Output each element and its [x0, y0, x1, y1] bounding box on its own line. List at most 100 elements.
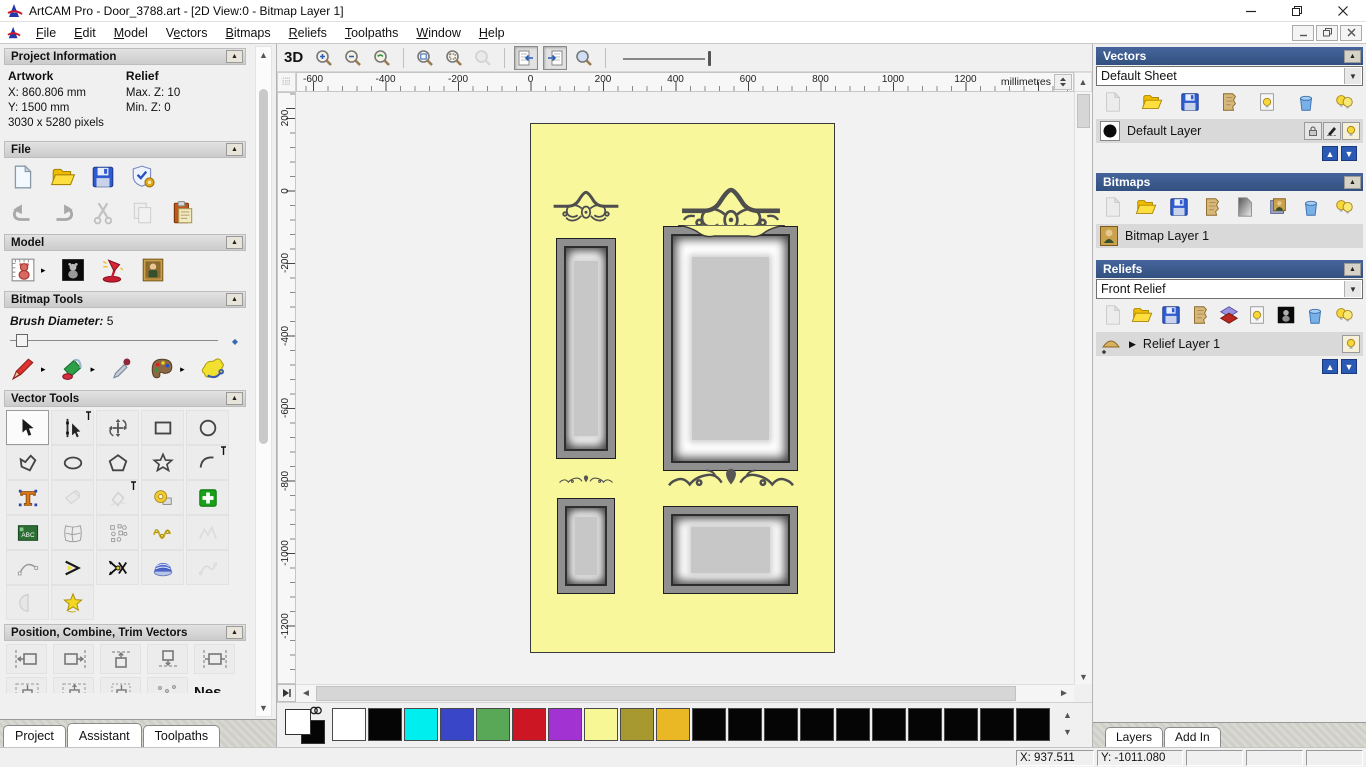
zoom-fit-button[interactable] — [442, 46, 466, 70]
minimize-button[interactable] — [1228, 0, 1274, 21]
create-rectangle-tool[interactable] — [141, 410, 184, 445]
nesting-label[interactable]: Nes — [194, 684, 222, 694]
save-relief-layer-icon[interactable] — [1160, 304, 1182, 326]
create-polygon-tool[interactable] — [96, 445, 139, 480]
dropdown-arrow-icon[interactable]: ▼ — [1344, 281, 1361, 297]
colour-swatch[interactable] — [620, 708, 654, 741]
colour-swatch[interactable] — [764, 708, 798, 741]
collapse-reliefs-button[interactable]: ▲ — [1344, 262, 1361, 276]
colour-swatch[interactable] — [980, 708, 1014, 741]
scroll-left-icon[interactable]: ◄ — [298, 685, 314, 702]
snap-to-objects-toggle[interactable] — [543, 45, 568, 70]
menu-item[interactable]: Toolpaths — [336, 24, 408, 42]
flyout-arrow-icon[interactable]: ▸ — [41, 265, 46, 276]
save-bitmap-layer-icon[interactable] — [1168, 196, 1190, 218]
open-relief-layer-icon[interactable] — [1131, 304, 1153, 326]
menu-item[interactable]: File — [27, 24, 65, 42]
colour-swatch[interactable] — [872, 708, 906, 741]
colour-swatch[interactable] — [404, 708, 438, 741]
relief-visibility-icon[interactable] — [1246, 304, 1268, 326]
menu-item[interactable]: Bitmaps — [216, 24, 279, 42]
zoom-window-button[interactable] — [413, 46, 437, 70]
align-right-tool[interactable] — [53, 644, 94, 674]
move-layer-up-button[interactable]: ▲ — [1322, 146, 1338, 161]
vector-layer-name[interactable]: Default Layer — [1127, 124, 1201, 138]
move-relief-up-button[interactable]: ▲ — [1322, 359, 1338, 374]
interactive-distortion-tool[interactable] — [141, 550, 184, 585]
undo-icon[interactable] — [10, 200, 36, 226]
tab-layers[interactable]: Layers — [1105, 727, 1164, 747]
scroll-down-icon[interactable]: ▼ — [1075, 672, 1092, 682]
colour-swatch[interactable] — [440, 708, 474, 741]
create-circle-tool[interactable] — [186, 410, 229, 445]
centre-in-page-3-tool[interactable] — [100, 677, 141, 693]
zoom-previous-button[interactable] — [370, 46, 394, 70]
colour-swatch[interactable] — [584, 708, 618, 741]
menu-item[interactable]: Window — [407, 24, 469, 42]
envelope-distortion-tool[interactable] — [51, 515, 94, 550]
vector-doctor-tool[interactable] — [51, 585, 94, 620]
collapse-position-button[interactable]: ▲ — [226, 626, 243, 639]
collapse-vector-tools-button[interactable]: ▲ — [226, 392, 243, 405]
node-editing-tool[interactable] — [51, 410, 94, 445]
layer-colour-swatch[interactable] — [1100, 121, 1120, 141]
toggle-all-reliefs-icon[interactable] — [1333, 304, 1355, 326]
set-model-size-icon[interactable] — [10, 257, 36, 283]
centre-in-page-tool[interactable] — [6, 677, 47, 693]
canvas-vertical-scrollbar[interactable]: ▼ — [1074, 92, 1092, 684]
flyout-arrow-icon[interactable]: ▸ — [41, 364, 46, 375]
primary-secondary-colour-indicator[interactable] — [283, 706, 331, 745]
relief-stack-icon[interactable] — [1218, 304, 1240, 326]
create-polyline-tool[interactable] — [6, 445, 49, 480]
colour-swatch[interactable] — [512, 708, 546, 741]
align-centre-tool[interactable] — [194, 644, 235, 674]
create-arc-tool[interactable] — [186, 445, 229, 480]
collapse-project-information-button[interactable]: ▲ — [226, 50, 243, 63]
new-model-icon[interactable] — [10, 164, 36, 190]
mdi-close-button[interactable] — [1340, 24, 1362, 41]
pan-mode-button[interactable] — [277, 684, 296, 702]
vector-layer-row[interactable]: Default Layer — [1096, 119, 1363, 143]
flood-fill-icon[interactable] — [60, 356, 86, 382]
paste-icon[interactable] — [170, 200, 196, 226]
select-vectors-tool[interactable] — [6, 410, 49, 445]
mdi-minimize-button[interactable] — [1292, 24, 1314, 41]
save-model-icon[interactable] — [90, 164, 116, 190]
tab-add-in[interactable]: Add In — [1164, 727, 1221, 747]
zoom-in-button[interactable] — [312, 46, 336, 70]
relief-layer-name[interactable]: Relief Layer 1 — [1143, 337, 1220, 351]
restore-button[interactable] — [1274, 0, 1320, 21]
scroll-right-icon[interactable]: ► — [1056, 685, 1072, 702]
toggle-all-bitmaps-icon[interactable] — [1333, 196, 1355, 218]
colour-swatch[interactable] — [476, 708, 510, 741]
merge-layers-icon[interactable] — [1218, 91, 1240, 113]
sheet-selector[interactable]: Default Sheet ▼ — [1096, 66, 1363, 86]
palette-scroll-down-icon[interactable]: ▼ — [1059, 724, 1076, 741]
colour-swatch[interactable] — [908, 708, 942, 741]
collapse-model-button[interactable]: ▲ — [226, 236, 243, 249]
palette-scroll-up-icon[interactable]: ▲ — [1059, 707, 1076, 724]
move-relief-down-button[interactable]: ▼ — [1341, 359, 1357, 374]
fit-curve-tool[interactable] — [6, 550, 49, 585]
tab-assistant[interactable]: Assistant — [66, 723, 142, 747]
centre-in-page-2-tool[interactable] — [53, 677, 94, 693]
measure-tool[interactable] — [141, 480, 184, 515]
toggle-all-visibility-icon[interactable] — [1333, 91, 1355, 113]
expand-relief-layer-icon[interactable]: ▶ — [1129, 339, 1136, 350]
canvas-horizontal-scrollbar[interactable]: ◄ ► — [296, 684, 1074, 702]
ruler-units-button[interactable] — [1054, 74, 1072, 90]
toggle-visibility-icon[interactable] — [1256, 91, 1278, 113]
move-layer-down-button[interactable]: ▼ — [1341, 146, 1357, 161]
menu-item[interactable]: Edit — [65, 24, 105, 42]
opacity-slider-handle[interactable] — [708, 50, 712, 66]
horizontal-scroll-thumb[interactable] — [316, 686, 1016, 701]
relief-selector[interactable]: Front Relief ▼ — [1096, 279, 1363, 299]
colour-swatch[interactable] — [944, 708, 978, 741]
colour-swatch[interactable] — [368, 708, 402, 741]
scroll-down-icon[interactable]: ▼ — [256, 701, 271, 715]
bitmap-image-icon[interactable] — [1267, 196, 1289, 218]
menu-item[interactable]: Vectors — [157, 24, 217, 42]
snap-layer-button[interactable] — [1323, 122, 1341, 140]
canvas-scroll-up-button[interactable]: ▲ — [1074, 72, 1092, 92]
ruler-origin-button[interactable] — [277, 72, 296, 92]
